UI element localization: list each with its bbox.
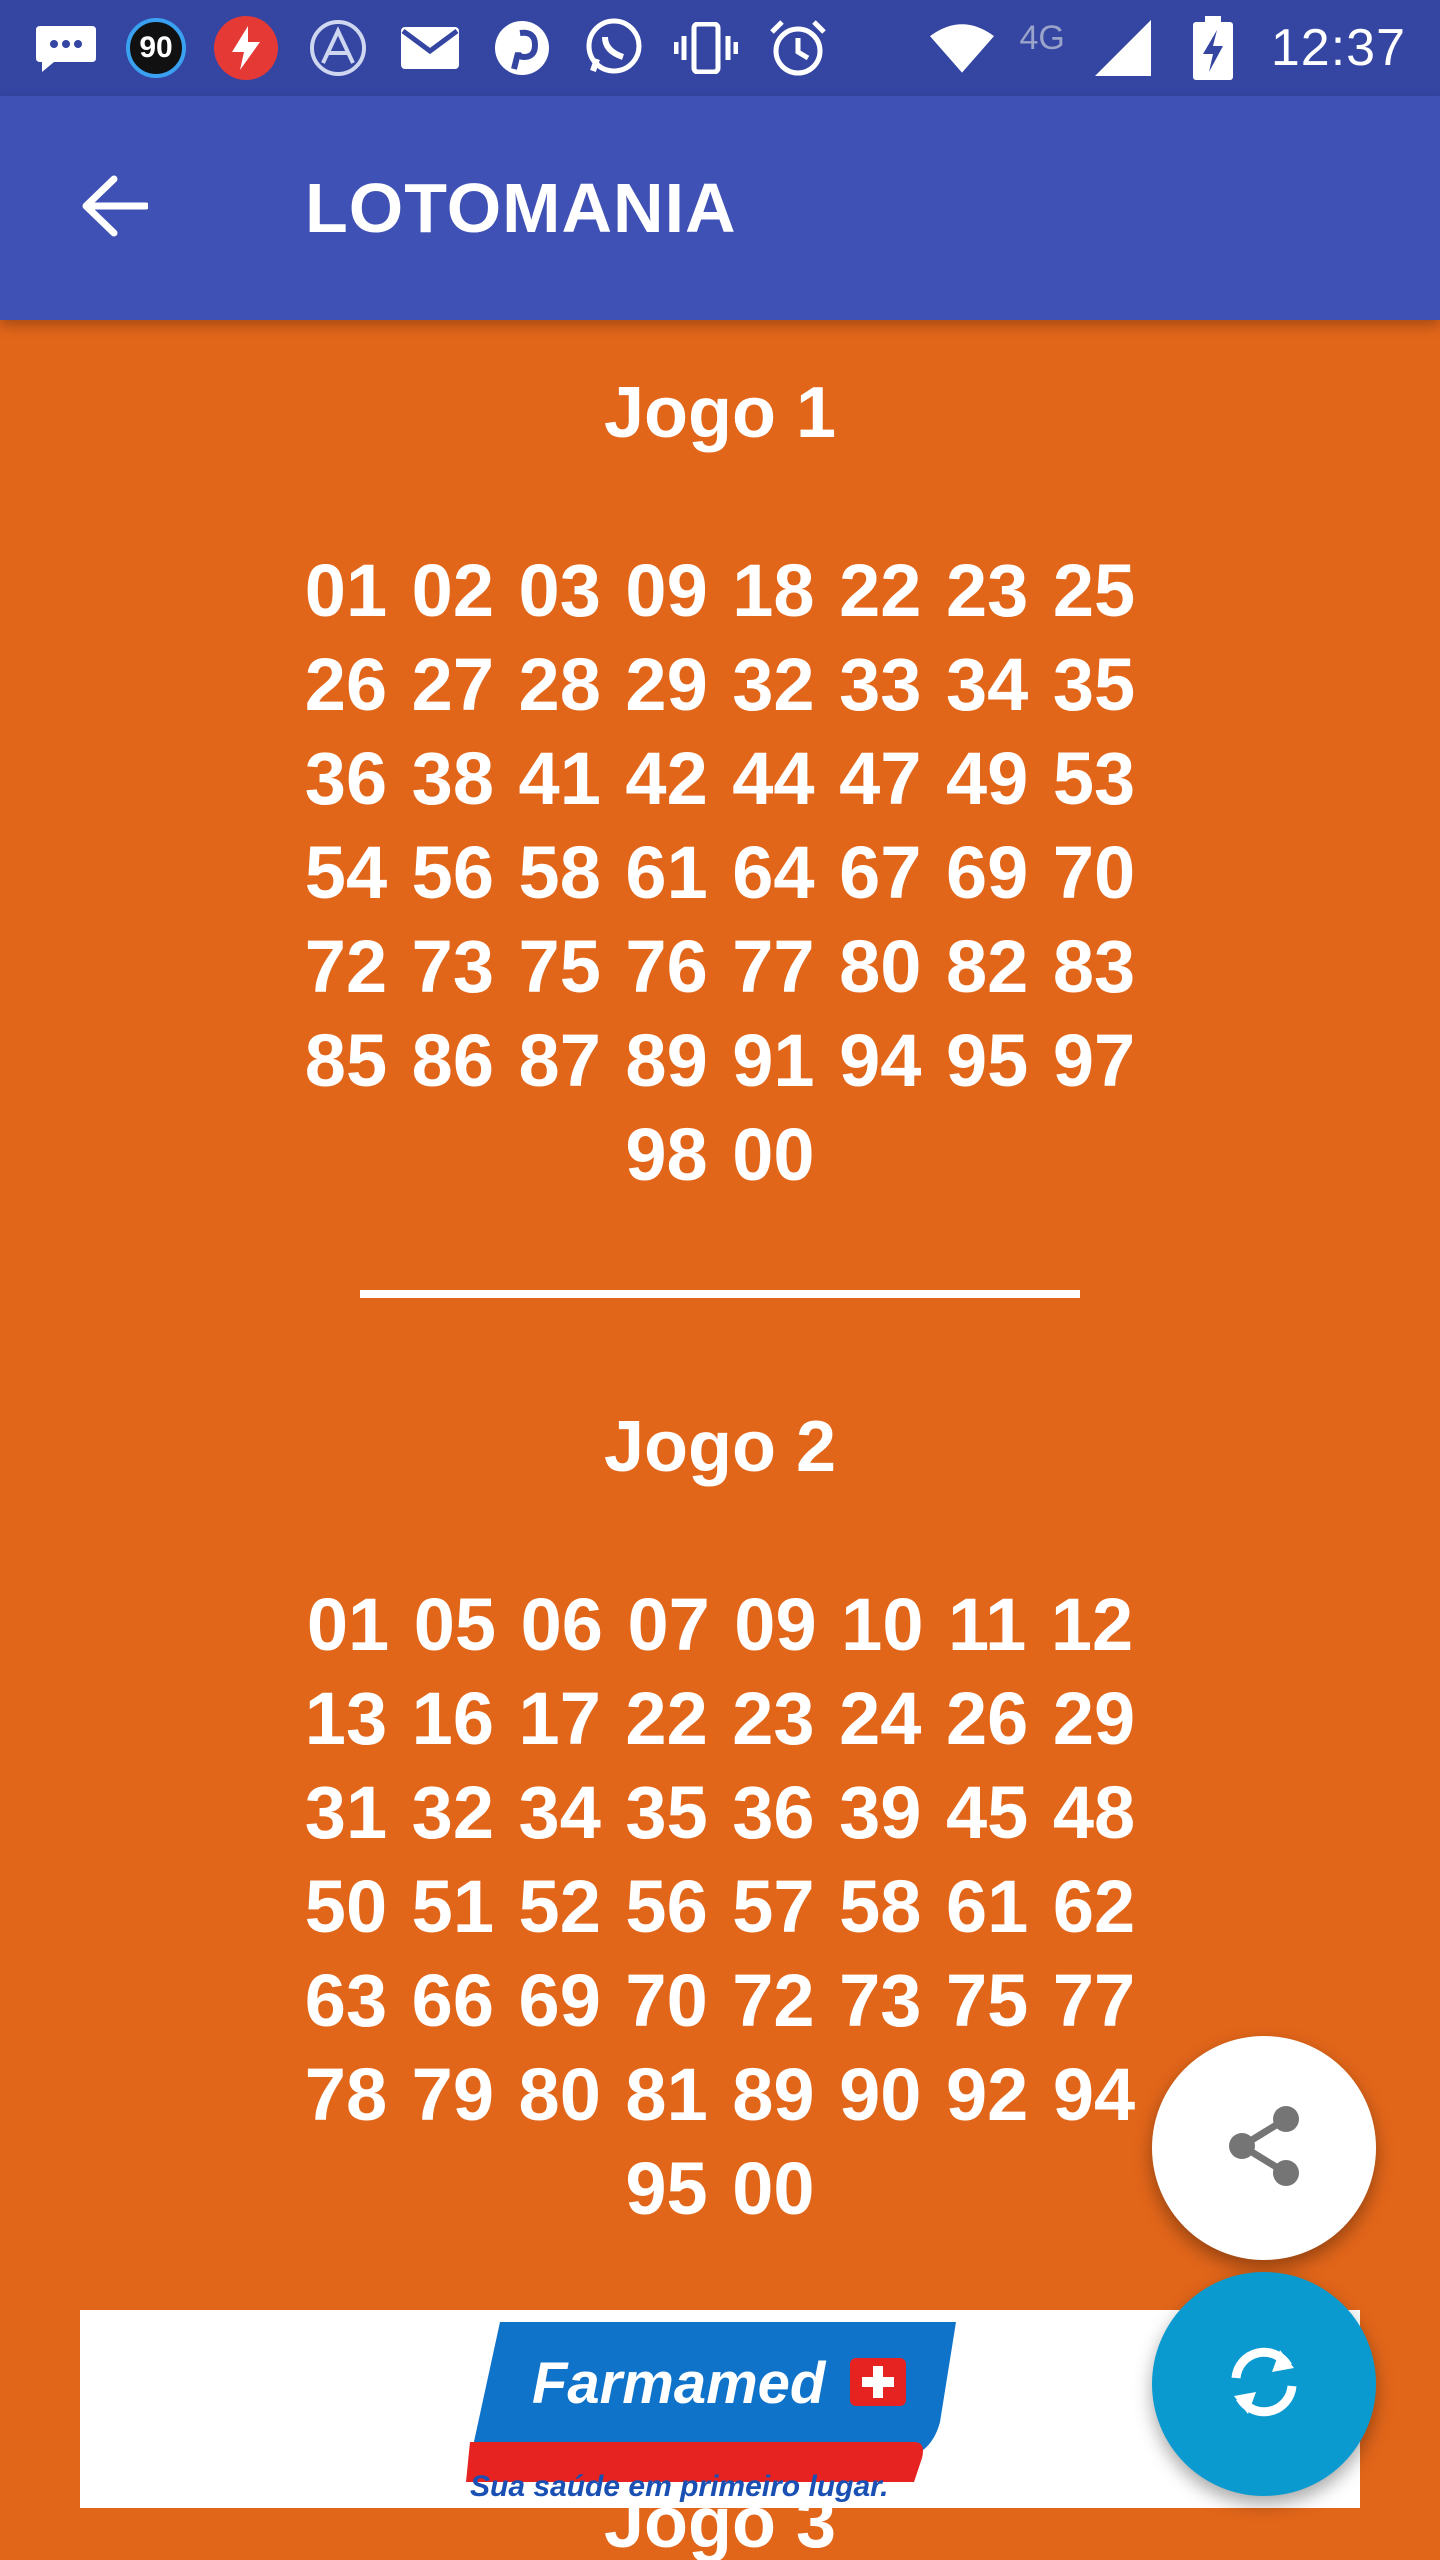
refresh-button[interactable] (1152, 2272, 1376, 2496)
alarm-icon (766, 16, 830, 80)
badge-90-icon: 90 (126, 18, 186, 78)
app-bar: LOTOMANIA (0, 96, 1440, 320)
network-type-label: 4G (1019, 18, 1065, 57)
status-time: 12:37 (1270, 19, 1406, 77)
chat-bubble-icon (34, 16, 98, 80)
page-title: LOTOMANIA (305, 169, 737, 247)
arrow-back-icon (80, 175, 150, 242)
wifi-icon (929, 16, 994, 80)
whatsapp-icon (582, 16, 646, 80)
back-button[interactable] (62, 156, 166, 260)
share-button[interactable] (1152, 2036, 1376, 2260)
game-numbers: 01 05 06 07 09 10 11 12 13 16 17 22 23 2… (304, 1583, 1136, 2230)
status-system: 4G 12:37 (904, 16, 1440, 80)
status-notifications: 90 (0, 16, 858, 80)
bolt-icon (214, 16, 278, 80)
pinterest-icon (490, 16, 554, 80)
divider (360, 1290, 1080, 1298)
refresh-icon (1222, 2340, 1306, 2429)
game-numbers: 01 02 03 09 18 22 23 25 26 27 28 29 32 3… (304, 549, 1136, 1196)
game-title: Jogo 2 (603, 1407, 837, 1487)
game-title: Jogo 1 (603, 373, 837, 453)
ad-tagline: Sua saúde em primeiro lugar. (470, 2470, 889, 2503)
signal-icon (1091, 16, 1155, 80)
battery-charging-icon (1181, 16, 1245, 80)
ad-brand: Farmamed (532, 2351, 826, 2416)
mail-icon (398, 16, 462, 80)
game-block: Jogo 1 01 02 03 09 18 22 23 25 26 27 28 … (0, 372, 1440, 1202)
share-icon (1224, 2103, 1304, 2194)
status-bar: 90 4G 12:37 (0, 0, 1440, 96)
arrow-app-icon (306, 16, 370, 80)
vibrate-icon (674, 16, 738, 80)
